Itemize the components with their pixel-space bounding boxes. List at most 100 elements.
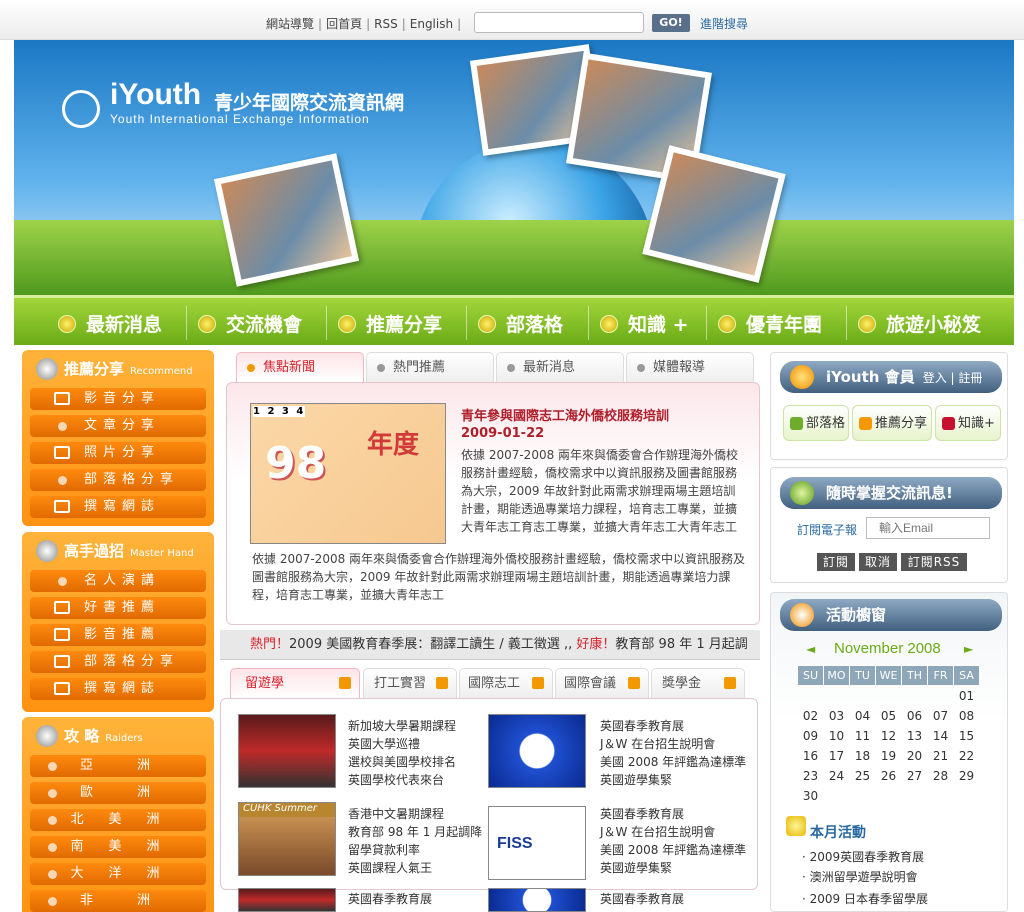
uk-logo-thumbnail[interactable]	[488, 714, 586, 788]
calendar-day[interactable]	[850, 686, 876, 706]
calendar-day[interactable]: 12	[876, 726, 902, 746]
region-oceania[interactable]: 大 洋 洲	[30, 863, 206, 885]
nav-youth-group[interactable]: 優青年團	[718, 310, 822, 337]
nav-recommend[interactable]: 推薦分享	[338, 310, 442, 337]
news-image[interactable]: 1 2 3 4 98 年度	[250, 403, 446, 544]
calendar-day[interactable]: 10	[824, 726, 850, 746]
calendar-day[interactable]: 19	[876, 746, 902, 766]
tab-hot[interactable]: 熱門推薦	[366, 352, 494, 382]
list-item[interactable]: 英國春季教育展	[600, 890, 684, 908]
calendar-day[interactable]: 01	[954, 686, 980, 706]
list-item[interactable]: 留學貸款利率	[348, 841, 482, 859]
event-item[interactable]: · 2009 日本春季留學展	[802, 890, 928, 907]
list-item[interactable]: 英國學校代表來台	[348, 771, 456, 789]
calendar-day[interactable]: 22	[954, 746, 980, 766]
list-item[interactable]: 美國 2008 年評鑑為達標準	[600, 841, 746, 859]
calendar-day[interactable]: 28	[928, 766, 954, 786]
calendar-day[interactable]: 21	[928, 746, 954, 766]
recommend-item-article[interactable]: 文章分享	[30, 415, 206, 437]
recommend-item-video[interactable]: 影音分享	[30, 388, 206, 410]
partial-thumbnail[interactable]	[238, 888, 336, 912]
tab-volunteer[interactable]: 國際志工	[459, 668, 553, 698]
calendar-day[interactable]	[954, 786, 980, 806]
recommend-item-blog[interactable]: 部落格分享	[30, 469, 206, 491]
rss-icon[interactable]	[628, 677, 640, 689]
nav-latest-news[interactable]: 最新消息	[58, 310, 162, 337]
event-item[interactable]: · 澳洲留學遊學說明會	[802, 868, 918, 885]
calendar-day[interactable]: 27	[902, 766, 928, 786]
calendar-day[interactable]	[798, 686, 824, 706]
tab-focus-news[interactable]: 焦點新聞	[236, 352, 364, 382]
calendar-day[interactable]: 18	[850, 746, 876, 766]
calendar-day[interactable]: 08	[954, 706, 980, 726]
tab-media[interactable]: 媒體報導	[626, 352, 754, 382]
recommend-item-photo[interactable]: 照片分享	[30, 442, 206, 464]
recommend-item-write[interactable]: 撰寫網誌	[30, 496, 206, 518]
calendar-day[interactable]: 03	[824, 706, 850, 726]
calendar-day[interactable]: 13	[902, 726, 928, 746]
logo-text[interactable]: iYouth	[110, 78, 201, 112]
cuhk-thumbnail[interactable]: CUHK Summer	[238, 802, 336, 876]
nav-travel-tips[interactable]: 旅遊小秘笈	[858, 310, 981, 337]
event-item[interactable]: · 2009英國春季教育展	[802, 848, 924, 865]
login-register-link[interactable]: 登入 | 註冊	[923, 371, 983, 385]
calendar-day[interactable]: 09	[798, 726, 824, 746]
calendar-day[interactable]	[902, 786, 928, 806]
member-blog-button[interactable]: 部落格	[783, 405, 849, 441]
tab-work-intern[interactable]: 打工實習	[363, 668, 457, 698]
sitemap-link[interactable]: 網站導覽	[266, 17, 314, 31]
calendar-day[interactable]: 05	[876, 706, 902, 726]
region-africa[interactable]: 非 洲	[30, 890, 206, 912]
list-item[interactable]: 英國遊學集緊	[600, 771, 746, 789]
region-europe[interactable]: 歐 洲	[30, 782, 206, 804]
list-item[interactable]: J＆W 在台招生說明會	[600, 823, 746, 841]
news-title[interactable]: 青年參與國際志工海外僑校服務培訓	[461, 405, 669, 424]
master-item-write[interactable]: 撰寫網誌	[30, 678, 206, 700]
nav-blog[interactable]: 部落格	[478, 310, 563, 337]
calendar-day[interactable]	[876, 786, 902, 806]
rss-icon[interactable]	[436, 677, 448, 689]
calendar-day[interactable]: 30	[798, 786, 824, 806]
list-item[interactable]: 英國大學巡禮	[348, 735, 456, 753]
list-item[interactable]: 英國春季教育展	[348, 890, 432, 908]
region-north-america[interactable]: 北 美 洲	[30, 809, 206, 831]
nav-exchange[interactable]: 交流機會	[198, 310, 302, 337]
calendar-day[interactable]: 17	[824, 746, 850, 766]
list-item[interactable]: 選校與美國學校排名	[348, 753, 456, 771]
master-item-video[interactable]: 影音推薦	[30, 624, 206, 646]
next-month-button[interactable]: ►	[964, 642, 973, 656]
prev-month-button[interactable]: ◄	[806, 642, 815, 656]
list-item[interactable]: 英國課程人氣王	[348, 859, 482, 877]
image-pager[interactable]: 1 2 3 4	[253, 406, 306, 417]
calendar-day[interactable]: 16	[798, 746, 824, 766]
calendar-day[interactable]	[876, 686, 902, 706]
list-item[interactable]: J＆W 在台招生說明會	[600, 735, 746, 753]
rss-icon[interactable]	[532, 677, 544, 689]
calendar-day[interactable]: 02	[798, 706, 824, 726]
region-south-america[interactable]: 南 美 洲	[30, 836, 206, 858]
ticker[interactable]: 熱門！2009 美國教育春季展：翻譯工讀生 / 義工徵選 ,, 好康！教育部 9…	[220, 630, 760, 660]
go-button[interactable]: GO!	[652, 14, 690, 32]
calendar-day[interactable]: 20	[902, 746, 928, 766]
list-item[interactable]: 英國遊學集緊	[600, 859, 746, 877]
list-item[interactable]: 香港中文暑期課程	[348, 805, 482, 823]
member-recommend-button[interactable]: 推薦分享	[852, 405, 932, 441]
calendar-day[interactable]: 23	[798, 766, 824, 786]
tab-latest[interactable]: 最新消息	[496, 352, 624, 382]
calendar-day[interactable]	[824, 686, 850, 706]
calendar-day[interactable]: 14	[928, 726, 954, 746]
english-link[interactable]: English	[410, 17, 453, 31]
calendar-day[interactable]	[902, 686, 928, 706]
nav-knowledge[interactable]: 知識 +	[600, 310, 689, 337]
rss-link[interactable]: RSS	[374, 17, 398, 31]
rss-icon[interactable]	[724, 677, 736, 689]
region-asia[interactable]: 亞 洲	[30, 755, 206, 777]
subscribe-rss-button[interactable]: 訂閱RSS	[901, 553, 967, 571]
master-item-speech[interactable]: 名人演講	[30, 570, 206, 592]
subscribe-button[interactable]: 訂閱	[817, 553, 855, 571]
rss-icon[interactable]	[339, 677, 351, 689]
fiss-thumbnail[interactable]: FISS	[488, 806, 586, 880]
email-input[interactable]	[866, 517, 990, 539]
calendar-day[interactable]: 07	[928, 706, 954, 726]
cancel-button[interactable]: 取消	[859, 553, 897, 571]
